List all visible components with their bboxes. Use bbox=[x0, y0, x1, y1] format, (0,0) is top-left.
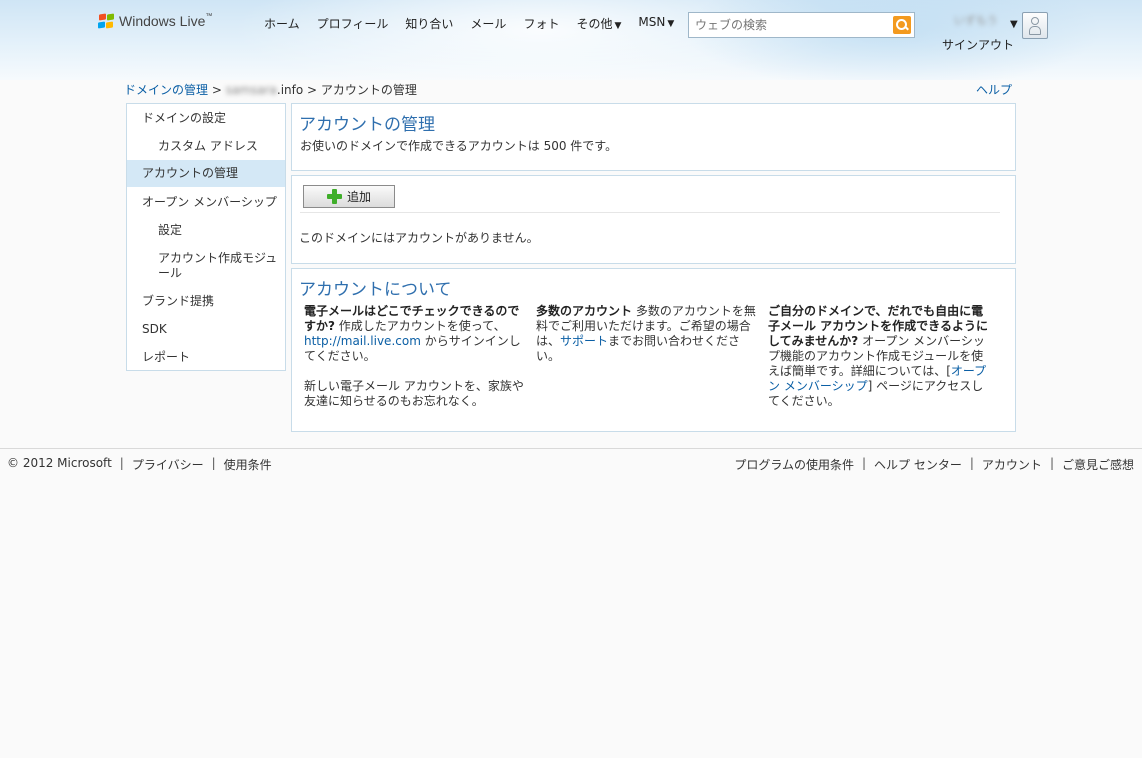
footer-separator: | bbox=[119, 456, 124, 470]
about-accounts-title: アカウントについて bbox=[299, 280, 452, 300]
info-column-check-mail: 電子メールはどこでチェックできるのですか? 作成したアカウントを使って、http… bbox=[304, 304, 530, 409]
footer-divider bbox=[0, 448, 1142, 449]
sidebar-item-domain-settings[interactable]: ドメインの設定 bbox=[127, 111, 285, 126]
chevron-down-icon: ▼ bbox=[667, 19, 675, 29]
windows-flag-icon bbox=[98, 13, 115, 29]
footer-separator: | bbox=[1049, 456, 1054, 470]
program-terms-link[interactable]: プログラムの使用条件 bbox=[734, 456, 854, 473]
sidebar-item-settings[interactable]: 設定 bbox=[127, 223, 285, 238]
copyright: © 2012 Microsoft bbox=[7, 456, 112, 470]
page-title: アカウントの管理 bbox=[299, 115, 435, 135]
nav-profile[interactable]: プロフィール bbox=[317, 15, 389, 32]
account-link[interactable]: アカウント bbox=[982, 456, 1042, 473]
support-link[interactable]: サポート bbox=[560, 334, 608, 348]
sidebar-item-reports[interactable]: レポート bbox=[127, 350, 285, 365]
sidebar-item-account-creation-module[interactable]: アカウント作成モジュール bbox=[127, 251, 285, 281]
breadcrumb-separator: > bbox=[208, 83, 226, 97]
account-management-panel: アカウントの管理 お使いのドメインで作成できるアカウントは 500 件です。 bbox=[291, 103, 1016, 171]
sidebar-item-brand-partnership[interactable]: ブランド提携 bbox=[127, 294, 285, 309]
account-list-panel: 追加 このドメインにはアカウントがありません。 bbox=[291, 175, 1016, 264]
sidebar-item-sdk[interactable]: SDK bbox=[127, 322, 285, 337]
header-bar: Windows Live™ ホーム プロフィール 知り合い メール フォト その… bbox=[0, 0, 1142, 80]
help-center-link[interactable]: ヘルプ センター bbox=[874, 456, 962, 473]
search-box bbox=[688, 12, 915, 38]
add-button-label: 追加 bbox=[347, 190, 372, 204]
about-accounts-panel: アカウントについて 電子メールはどこでチェックできるのですか? 作成したアカウン… bbox=[291, 268, 1016, 432]
user-avatar-icon[interactable] bbox=[1022, 12, 1048, 39]
breadcrumb-separator: > bbox=[303, 83, 321, 97]
user-menu-chevron-icon[interactable]: ▼ bbox=[1010, 19, 1018, 30]
mail-live-link[interactable]: http://mail.live.com bbox=[304, 334, 421, 348]
footer-separator: | bbox=[969, 456, 974, 470]
windows-live-logo[interactable]: Windows Live™ bbox=[98, 13, 212, 29]
nav-contacts[interactable]: 知り合い bbox=[405, 15, 453, 32]
breadcrumb-current: アカウントの管理 bbox=[320, 83, 417, 97]
logo-text: Windows Live™ bbox=[119, 13, 213, 29]
sidebar-item-open-membership[interactable]: オープン メンバーシップ bbox=[127, 195, 285, 210]
top-navigation: ホーム プロフィール 知り合い メール フォト その他 ▼ MSN ▼ bbox=[264, 15, 691, 32]
breadcrumb-domain-management[interactable]: ドメインの管理 bbox=[124, 83, 208, 97]
account-limit-description: お使いのドメインで作成できるアカウントは 500 件です。 bbox=[300, 139, 618, 153]
terms-link[interactable]: 使用条件 bbox=[224, 456, 272, 473]
nav-more[interactable]: その他 ▼ bbox=[576, 15, 621, 32]
sidebar-item-custom-address[interactable]: カスタム アドレス bbox=[127, 139, 285, 154]
privacy-link[interactable]: プライバシー bbox=[132, 456, 204, 473]
nav-msn[interactable]: MSN ▼ bbox=[638, 15, 674, 32]
search-input[interactable] bbox=[689, 13, 884, 37]
chevron-down-icon: ▼ bbox=[614, 21, 622, 31]
nav-home[interactable]: ホーム bbox=[264, 15, 300, 32]
footer-separator: | bbox=[862, 456, 867, 470]
signout-link[interactable]: サインアウト bbox=[942, 36, 1014, 53]
info-text: 作成したアカウントを使って、 bbox=[334, 319, 506, 333]
footer-right: プログラムの使用条件 | ヘルプ センター | アカウント | ご意見ご感想 bbox=[734, 456, 1134, 473]
plus-icon bbox=[327, 189, 342, 204]
divider bbox=[300, 212, 1000, 213]
empty-accounts-message: このドメインにはアカウントがありません。 bbox=[299, 231, 539, 245]
breadcrumb-domain-suffix: .info bbox=[276, 83, 304, 97]
info-text: 新しい電子メール アカウントを、家族や友達に知らせるのもお忘れなく。 bbox=[304, 379, 524, 408]
nav-photos[interactable]: フォト bbox=[523, 15, 559, 32]
help-link[interactable]: ヘルプ bbox=[976, 81, 1012, 98]
sidebar-item-account-management[interactable]: アカウントの管理 bbox=[127, 160, 285, 187]
nav-mail[interactable]: メール bbox=[470, 15, 506, 32]
info-column-many-accounts: 多数のアカウント 多数のアカウントを無料でご利用いただけます。ご希望の場合は、サ… bbox=[536, 304, 758, 364]
breadcrumb: ドメインの管理 > samsara.info > アカウントの管理 bbox=[124, 81, 417, 98]
info-heading: 多数のアカウント bbox=[536, 304, 633, 318]
footer-left: © 2012 Microsoft | プライバシー | 使用条件 bbox=[7, 456, 272, 473]
add-account-button[interactable]: 追加 bbox=[303, 185, 395, 208]
sidebar: ドメインの設定 カスタム アドレス アカウントの管理 オープン メンバーシップ … bbox=[126, 103, 286, 371]
user-name[interactable]: いずもう bbox=[954, 12, 1010, 27]
breadcrumb-domain-blurred: samsara bbox=[225, 83, 277, 97]
footer-separator: | bbox=[211, 456, 216, 470]
feedback-link[interactable]: ご意見ご感想 bbox=[1062, 456, 1134, 473]
search-icon[interactable] bbox=[893, 16, 911, 34]
info-column-open-membership: ご自分のドメインで、だれでも自由に電子メール アカウントを作成できるようにしてみ… bbox=[768, 304, 992, 409]
